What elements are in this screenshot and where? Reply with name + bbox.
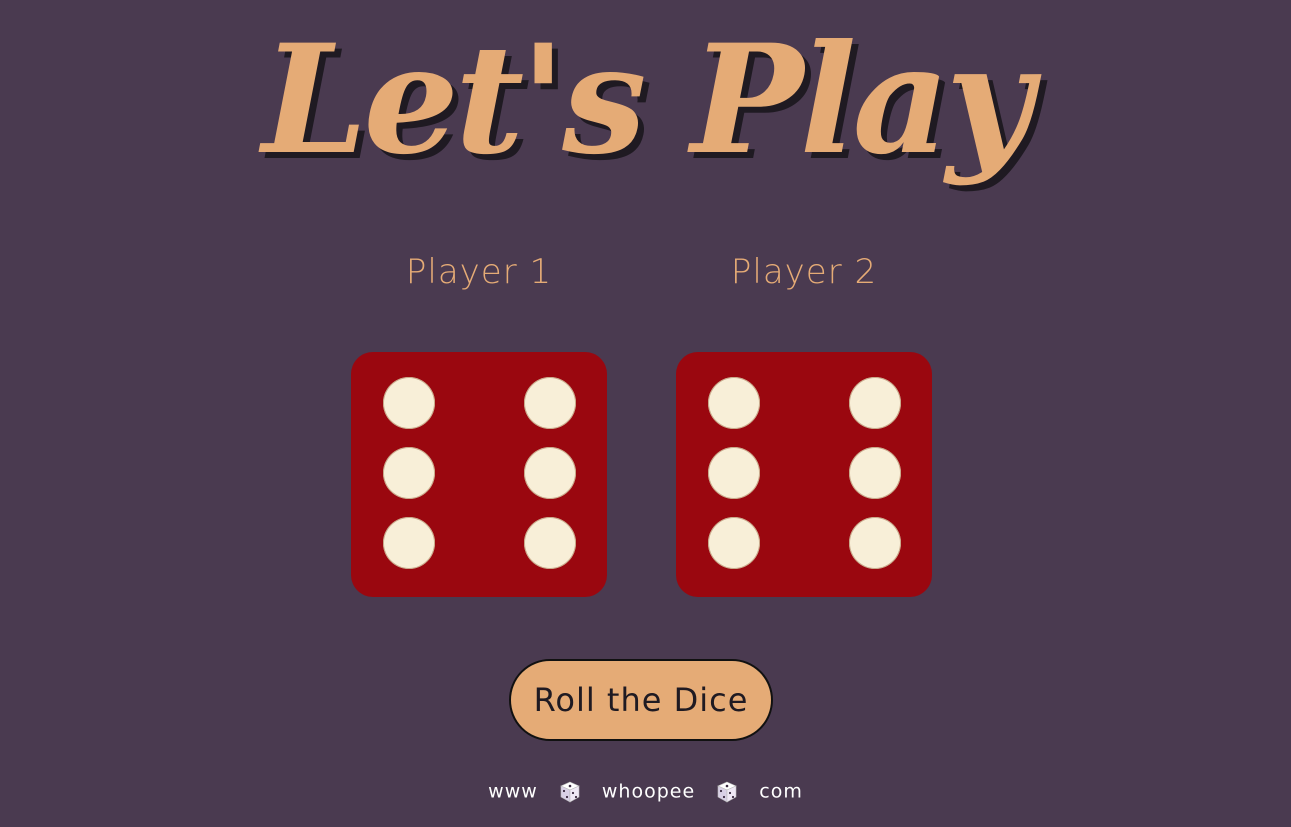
player-2-die: [676, 352, 932, 597]
player-1-label: Player 1: [405, 252, 553, 292]
footer: www whoopee com: [0, 780, 1291, 803]
die-pip: [524, 447, 576, 499]
die-pip: [708, 377, 760, 429]
roll-dice-button[interactable]: Roll the Dice: [509, 659, 773, 741]
die-pip: [383, 447, 435, 499]
die-pip: [524, 517, 576, 569]
page-title: Let's Play: [262, 12, 1033, 188]
player-2-label: Player 2: [730, 252, 878, 292]
footer-text-whoopee: whoopee: [601, 780, 696, 803]
die-pip: [849, 517, 901, 569]
die-pip: [383, 517, 435, 569]
die-pip: [849, 447, 901, 499]
dice-icon: [717, 781, 737, 803]
game-page: Let's Play Player 1 Player 2 Roll the Di…: [0, 0, 1291, 827]
die-pip: [383, 377, 435, 429]
die-pip: [708, 447, 760, 499]
footer-text-com: com: [759, 780, 803, 803]
dice-icon: [560, 781, 580, 803]
die-pip: [708, 517, 760, 569]
footer-text-www: www: [488, 780, 538, 803]
player-1-die: [351, 352, 607, 597]
die-pip: [524, 377, 576, 429]
die-pip: [849, 377, 901, 429]
